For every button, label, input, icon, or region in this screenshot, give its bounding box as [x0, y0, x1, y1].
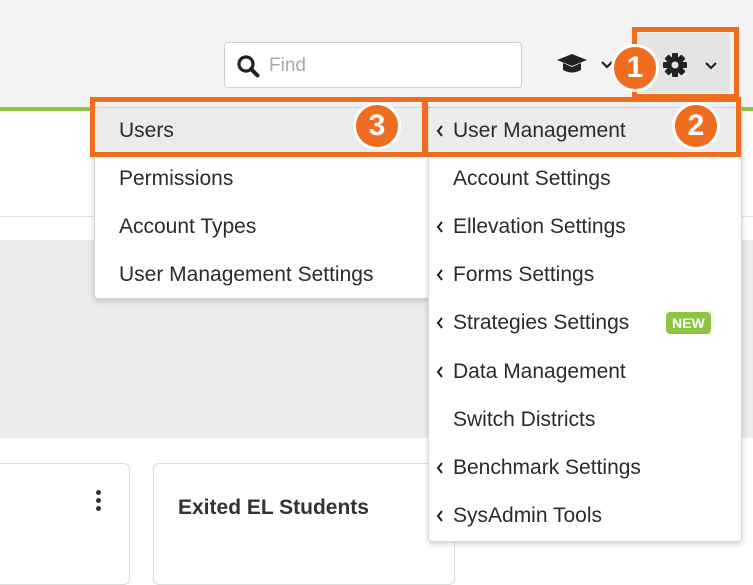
chevron-left-icon [436, 366, 443, 378]
chevron-left-icon [436, 317, 443, 329]
submenu-item-permissions[interactable]: Permissions [95, 156, 429, 202]
menu-item-switch-districts[interactable]: Switch Districts [429, 397, 741, 443]
menu-item-strategies-settings[interactable]: Strategies Settings NEW [429, 300, 741, 346]
card-title: Exited EL Students [178, 496, 369, 519]
chevron-left-icon [436, 221, 443, 233]
menu-item-account-settings[interactable]: Account Settings [429, 156, 741, 202]
chevron-left-icon [436, 510, 443, 522]
graduation-cap-icon [557, 54, 587, 73]
chevron-left-icon [436, 462, 443, 474]
step-badge-3: 3 [353, 102, 401, 150]
step-badge-2: 2 [672, 102, 720, 150]
menu-item-data-management[interactable]: Data Management [429, 349, 741, 395]
settings-dropdown-menu: User Management Account Settings Ellevat… [428, 107, 742, 542]
dashboard-card-exited-el: Exited EL Students [153, 463, 455, 585]
submenu-item-user-management-settings[interactable]: User Management Settings [95, 252, 429, 298]
chevron-left-icon [436, 269, 443, 281]
submenu-item-account-types[interactable]: Account Types [95, 204, 429, 250]
search-box[interactable] [224, 42, 522, 88]
search-input[interactable] [267, 51, 511, 81]
dashboard-card [0, 463, 130, 585]
new-badge: NEW [666, 312, 711, 334]
menu-item-forms-settings[interactable]: Forms Settings [429, 252, 741, 298]
menu-item-sysadmin-tools[interactable]: SysAdmin Tools [429, 493, 741, 539]
step-badge-1: 1 [611, 44, 659, 92]
search-icon [237, 55, 260, 78]
more-options-icon[interactable] [92, 490, 104, 516]
menu-item-benchmark-settings[interactable]: Benchmark Settings [429, 445, 741, 491]
menu-item-ellevation-settings[interactable]: Ellevation Settings [429, 204, 741, 250]
